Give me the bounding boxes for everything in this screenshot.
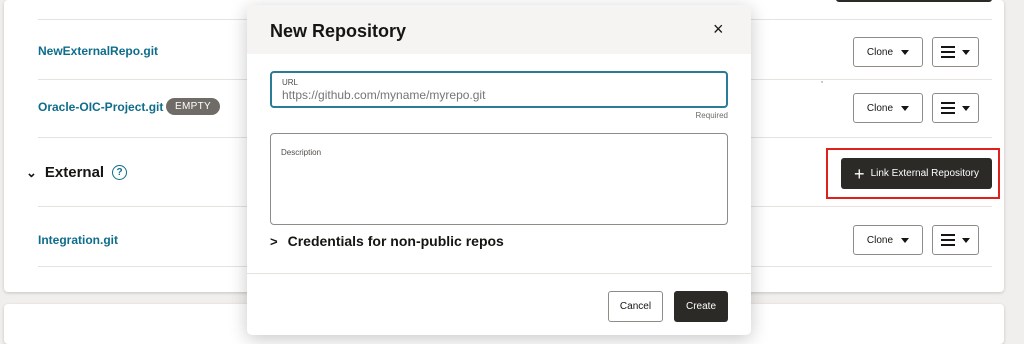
caret-down-icon [901, 105, 910, 111]
credentials-label: Credentials for non-public repos [287, 233, 504, 249]
dialog-header: New Repository × [247, 5, 751, 54]
description-input[interactable] [281, 164, 715, 216]
actions-menu-button[interactable] [932, 93, 979, 123]
external-section-header[interactable]: ⌄ External ? [26, 164, 128, 181]
dialog-footer-divider [247, 273, 751, 274]
url-field[interactable]: URL [270, 71, 728, 108]
clone-button[interactable]: Clone [853, 37, 923, 67]
actions-menu-button[interactable] [932, 225, 979, 255]
caret-down-icon [962, 237, 970, 243]
close-icon[interactable]: × [713, 19, 724, 39]
repo-row-actions: Clone [853, 225, 979, 255]
clone-button[interactable]: Clone [853, 225, 923, 255]
external-section-title: External [44, 164, 105, 181]
repo-link-oracle-oic-project[interactable]: Oracle-OIC-Project.git [38, 100, 163, 114]
artifact-dot [821, 81, 823, 83]
top-action-button[interactable] [836, 0, 992, 2]
credentials-toggle[interactable]: > Credentials for non-public repos [270, 233, 504, 249]
description-field[interactable]: Description [270, 133, 728, 225]
repo-row-actions: Clone [853, 93, 979, 123]
clone-button-label: Clone [866, 234, 894, 246]
chevron-down-icon: ⌄ [26, 164, 37, 180]
actions-menu-button[interactable] [932, 37, 979, 67]
repo-link-integration[interactable]: Integration.git [38, 233, 118, 247]
caret-down-icon [962, 105, 970, 111]
caret-down-icon [901, 49, 910, 55]
required-hint: Required [695, 111, 728, 120]
repo-link-newexternalrepo[interactable]: NewExternalRepo.git [38, 44, 158, 58]
clone-button[interactable]: Clone [853, 93, 923, 123]
highlight-box [826, 148, 1000, 199]
create-button[interactable]: Create [674, 291, 728, 322]
caret-down-icon [962, 49, 970, 55]
description-label: Description [281, 148, 322, 157]
help-icon[interactable]: ? [112, 165, 128, 180]
hamburger-icon [941, 234, 955, 246]
hamburger-icon [941, 46, 955, 58]
repo-row-actions: Clone [853, 37, 979, 67]
hamburger-icon [941, 102, 955, 114]
new-repository-dialog: New Repository × URL Required Descriptio… [247, 5, 751, 335]
caret-down-icon [901, 237, 910, 243]
dialog-title: New Repository [270, 21, 407, 41]
url-label: URL [282, 78, 299, 87]
clone-button-label: Clone [866, 102, 894, 114]
cancel-button[interactable]: Cancel [608, 291, 663, 322]
clone-button-label: Clone [866, 46, 894, 58]
url-input[interactable] [282, 88, 712, 102]
empty-badge: EMPTY [166, 98, 220, 115]
chevron-right-icon: > [270, 233, 278, 249]
